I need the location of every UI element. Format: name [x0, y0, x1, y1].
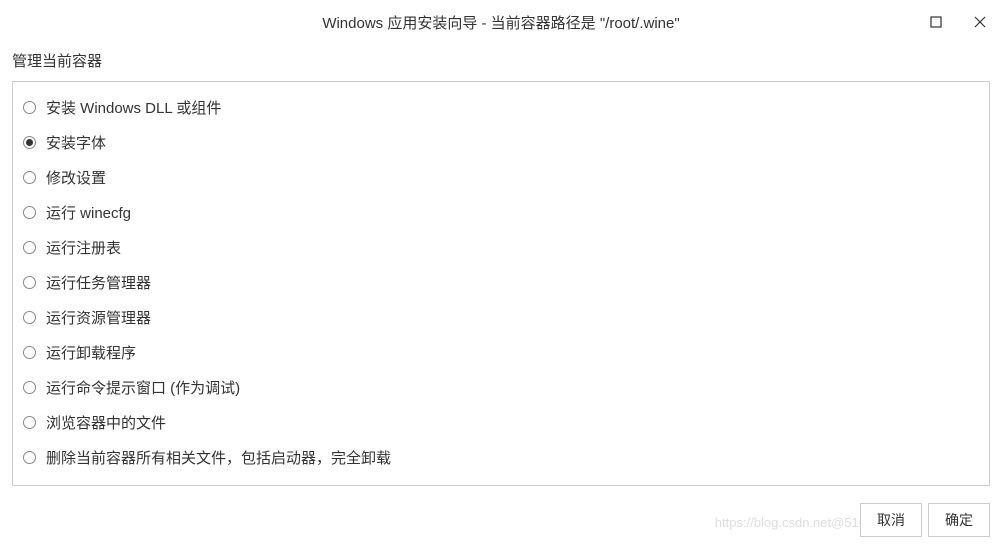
- option-run-explorer[interactable]: 运行资源管理器: [19, 300, 983, 335]
- option-install-fonts[interactable]: 安装字体: [19, 125, 983, 160]
- maximize-icon[interactable]: [926, 12, 946, 32]
- radio-icon[interactable]: [23, 346, 36, 359]
- close-icon[interactable]: [970, 12, 990, 32]
- radio-icon[interactable]: [23, 171, 36, 184]
- option-label: 浏览容器中的文件: [46, 412, 166, 433]
- option-label: 安装 Windows DLL 或组件: [46, 97, 221, 118]
- footer: 取消 确定: [860, 503, 990, 537]
- radio-icon[interactable]: [23, 206, 36, 219]
- option-label: 安装字体: [46, 132, 106, 153]
- titlebar: Windows 应用安装向导 - 当前容器路径是 "/root/.wine": [0, 0, 1002, 44]
- option-run-uninstaller[interactable]: 运行卸载程序: [19, 335, 983, 370]
- radio-icon[interactable]: [23, 311, 36, 324]
- option-label: 运行命令提示窗口 (作为调试): [46, 377, 240, 398]
- window-controls: [926, 0, 990, 44]
- options-list: 安装 Windows DLL 或组件安装字体修改设置运行 winecfg 运行注册…: [19, 90, 983, 475]
- window-title: Windows 应用安装向导 - 当前容器路径是 "/root/.wine": [12, 12, 990, 33]
- option-label: 运行卸载程序: [46, 342, 136, 363]
- radio-icon[interactable]: [23, 241, 36, 254]
- option-install-dll[interactable]: 安装 Windows DLL 或组件: [19, 90, 983, 125]
- radio-icon[interactable]: [23, 416, 36, 429]
- option-browse-files[interactable]: 浏览容器中的文件: [19, 405, 983, 440]
- option-run-winecfg[interactable]: 运行 winecfg: [19, 195, 983, 230]
- radio-icon[interactable]: [23, 451, 36, 464]
- option-run-cmd[interactable]: 运行命令提示窗口 (作为调试): [19, 370, 983, 405]
- option-modify-settings[interactable]: 修改设置: [19, 160, 983, 195]
- radio-icon[interactable]: [23, 276, 36, 289]
- option-delete-container[interactable]: 删除当前容器所有相关文件，包括启动器，完全卸载: [19, 440, 983, 475]
- option-label: 删除当前容器所有相关文件，包括启动器，完全卸载: [46, 447, 391, 468]
- section-heading: 管理当前容器: [0, 44, 1002, 81]
- radio-icon[interactable]: [23, 101, 36, 114]
- option-run-taskmgr[interactable]: 运行任务管理器: [19, 265, 983, 300]
- option-label: 运行注册表: [46, 237, 121, 258]
- option-label: 运行资源管理器: [46, 307, 151, 328]
- option-run-regedit[interactable]: 运行注册表: [19, 230, 983, 265]
- option-label: 运行 winecfg: [46, 202, 131, 223]
- radio-icon[interactable]: [23, 136, 36, 149]
- cancel-button[interactable]: 取消: [860, 503, 922, 537]
- option-label: 修改设置: [46, 167, 106, 188]
- options-panel: 安装 Windows DLL 或组件安装字体修改设置运行 winecfg 运行注册…: [12, 81, 990, 486]
- confirm-button[interactable]: 确定: [928, 503, 990, 537]
- radio-icon[interactable]: [23, 381, 36, 394]
- option-label: 运行任务管理器: [46, 272, 151, 293]
